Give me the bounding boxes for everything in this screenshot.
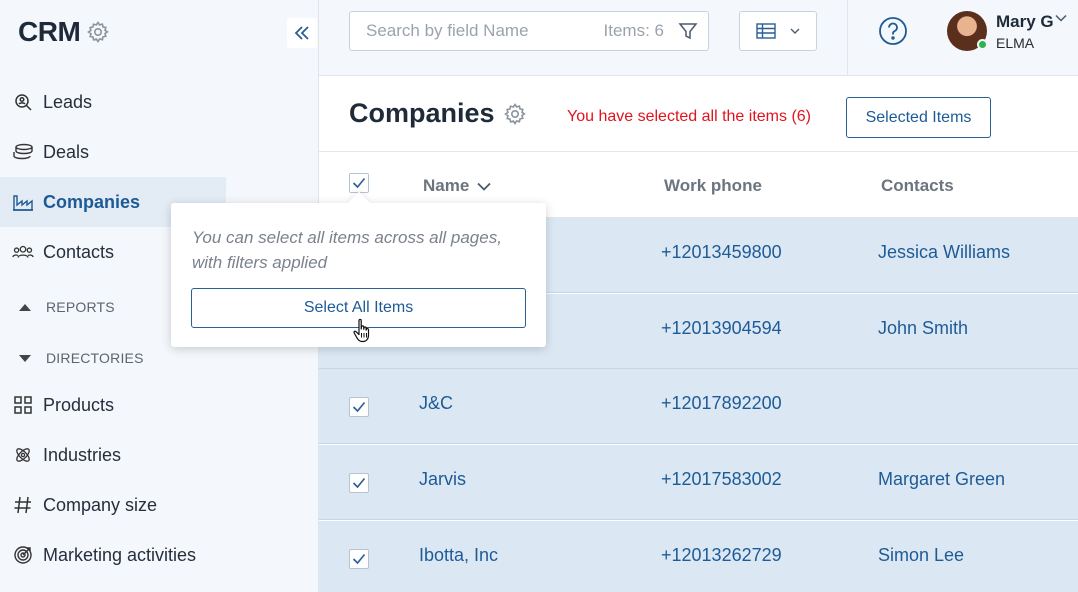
cell-contact[interactable]: Jessica Williams — [878, 242, 1010, 263]
cell-contact[interactable]: Simon Lee — [878, 545, 964, 566]
filter-icon[interactable] — [678, 21, 698, 41]
grid-icon — [12, 394, 34, 416]
selection-message: You have selected all the items (6) — [567, 108, 811, 125]
help-icon[interactable] — [878, 16, 908, 46]
check-icon — [352, 177, 366, 189]
atom-icon — [12, 444, 34, 466]
people-icon — [12, 241, 34, 263]
table-row[interactable]: Jarvis +12017583002 Margaret Green — [319, 445, 1078, 520]
table-row[interactable]: J&C +12017892200 — [319, 369, 1078, 444]
row-checkbox[interactable] — [349, 473, 369, 493]
sidebar-item-leads[interactable]: Leads — [0, 77, 319, 127]
row-checkbox[interactable] — [349, 397, 369, 417]
app-brand: CRM — [18, 16, 110, 48]
cell-phone[interactable]: +12017892200 — [661, 393, 782, 414]
row-checkbox[interactable] — [349, 549, 369, 569]
check-icon — [352, 401, 366, 413]
sidebar-item-marketing-activities[interactable]: Marketing activities — [0, 530, 319, 580]
sidebar-item-label: Contacts — [43, 241, 115, 262]
section-label: DIRECTORIES — [46, 350, 144, 366]
app-title: CRM — [18, 16, 81, 47]
gear-icon[interactable] — [86, 20, 110, 44]
hand-cursor-icon — [353, 318, 370, 343]
sidebar-item-label: Deals — [43, 141, 90, 162]
sidebar-item-label: Products — [43, 394, 115, 415]
sidebar-item-industries[interactable]: Industries — [0, 430, 319, 480]
page-title: Companies — [349, 98, 527, 129]
view-mode-button[interactable] — [739, 11, 817, 51]
cell-phone[interactable]: +12013459800 — [661, 242, 782, 263]
cell-name[interactable]: J&C — [419, 393, 453, 414]
search-placeholder: Search by field Name — [366, 21, 529, 40]
chevron-down-icon — [790, 28, 800, 34]
sidebar-item-label: Company size — [43, 494, 158, 515]
gear-icon[interactable] — [503, 102, 527, 126]
table-row[interactable]: Ibotta, Inc +12013262729 Simon Lee — [319, 521, 1078, 592]
popover-text: You can select all items across all page… — [192, 228, 502, 272]
selected-items-button[interactable]: Selected Items — [846, 97, 991, 138]
cell-phone[interactable]: +12017583002 — [661, 469, 782, 490]
page-title-text: Companies — [349, 98, 495, 128]
sidebar-item-deals[interactable]: Deals — [0, 127, 319, 177]
items-count: Items: 6 — [603, 21, 664, 40]
divider — [847, 0, 848, 76]
cell-contact[interactable]: Margaret Green — [878, 469, 1005, 490]
sidebar-item-label: Marketing activities — [43, 544, 197, 565]
sidebar-item-products[interactable]: Products — [0, 380, 319, 430]
coins-icon — [12, 141, 34, 163]
search-person-icon — [12, 91, 34, 113]
cell-contact[interactable]: John Smith — [878, 318, 968, 339]
column-header-contacts[interactable]: Contacts — [881, 176, 954, 196]
target-icon — [12, 544, 34, 566]
cell-name[interactable]: Ibotta, Inc — [419, 545, 498, 566]
hash-icon — [12, 494, 34, 516]
column-header-work-phone[interactable]: Work phone — [664, 176, 762, 196]
double-chevron-left-icon — [294, 26, 309, 40]
user-name[interactable]: Mary G — [996, 12, 1054, 32]
column-header-name[interactable]: Name — [423, 176, 491, 196]
table-view-icon — [756, 23, 776, 39]
factory-icon — [12, 191, 34, 213]
topbar: Search by field Name Items: 6 Mary G ELM… — [319, 0, 1078, 76]
collapse-sidebar-button[interactable] — [287, 18, 317, 48]
check-icon — [352, 553, 366, 565]
triangle-down-icon — [19, 355, 31, 362]
cell-name[interactable]: Jarvis — [419, 469, 466, 490]
chevron-down-icon[interactable] — [1055, 14, 1067, 22]
sort-chevron-down-icon — [477, 182, 491, 191]
sidebar-item-company-size[interactable]: Company size — [0, 480, 319, 530]
online-status-dot — [977, 39, 988, 50]
search-input[interactable]: Search by field Name Items: 6 — [349, 11, 709, 51]
section-reports[interactable]: REPORTS — [18, 299, 115, 315]
cell-phone[interactable]: +12013904594 — [661, 318, 782, 339]
sidebar-item-label: Leads — [43, 91, 93, 112]
check-icon — [352, 477, 366, 489]
sidebar-item-label: Industries — [43, 444, 122, 465]
avatar[interactable] — [947, 11, 988, 51]
column-label: Name — [423, 176, 470, 195]
cell-phone[interactable]: +12013262729 — [661, 545, 782, 566]
sidebar-item-label: Companies — [43, 191, 141, 212]
select-all-checkbox[interactable] — [349, 173, 369, 193]
section-directories[interactable]: DIRECTORIES — [18, 350, 144, 366]
section-label: REPORTS — [46, 299, 115, 315]
triangle-up-icon — [19, 304, 31, 311]
user-org: ELMA — [996, 35, 1035, 51]
